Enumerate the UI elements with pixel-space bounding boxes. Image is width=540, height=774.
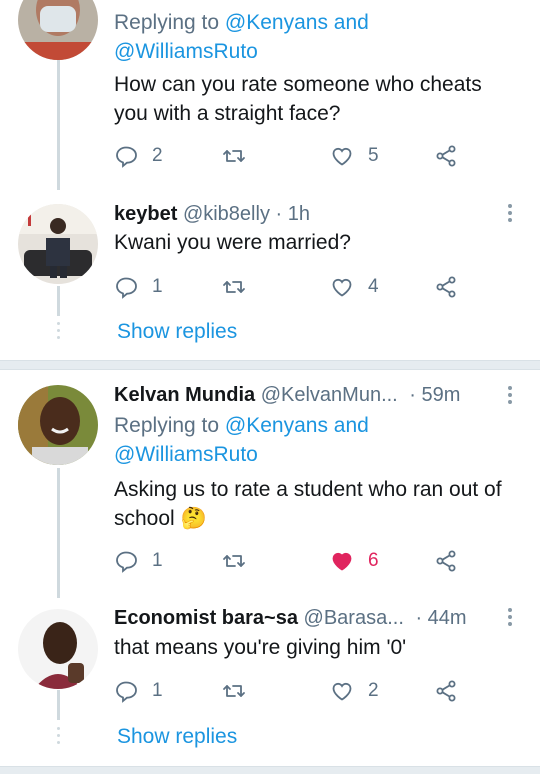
reply-count: 1 bbox=[152, 550, 163, 571]
reply-to-label-line2: @WilliamsRuto bbox=[114, 440, 258, 469]
reply-prefix: Replying to bbox=[114, 11, 220, 34]
show-replies-link[interactable]: Show replies bbox=[117, 320, 237, 344]
like-count: 2 bbox=[368, 680, 379, 701]
tweet-time[interactable]: · 59m bbox=[409, 384, 460, 406]
tweet-time[interactable]: · 1h bbox=[276, 203, 310, 225]
like-button[interactable]: 6 bbox=[330, 546, 379, 576]
user-name[interactable]: Kelvan Mundia bbox=[114, 384, 255, 406]
retweet-icon bbox=[223, 685, 245, 697]
avatar[interactable] bbox=[18, 609, 98, 689]
like-count: 6 bbox=[368, 550, 379, 571]
thread-dots bbox=[56, 322, 61, 339]
reply-button[interactable]: 1 bbox=[114, 546, 163, 576]
tweet-actions: 1 4 bbox=[114, 272, 474, 302]
share-button[interactable] bbox=[434, 272, 458, 302]
avatar[interactable] bbox=[18, 385, 98, 465]
like-icon bbox=[332, 552, 352, 571]
more-options-icon[interactable] bbox=[508, 204, 512, 222]
thread-line bbox=[57, 468, 60, 598]
like-count: 5 bbox=[368, 145, 379, 166]
thread-line bbox=[57, 60, 60, 190]
share-icon bbox=[436, 276, 456, 298]
user-name[interactable]: keybet bbox=[114, 203, 177, 225]
mention-link[interactable]: @Kenyans and bbox=[225, 414, 369, 437]
reply-prefix: Replying to bbox=[114, 414, 220, 437]
tweet-text: How can you rate someone who cheats you … bbox=[114, 73, 482, 125]
reply-count: 2 bbox=[152, 145, 163, 166]
mention-link[interactable]: @WilliamsRuto bbox=[114, 40, 258, 63]
retweet-icon bbox=[223, 555, 245, 567]
like-icon bbox=[332, 682, 352, 701]
reply-count: 1 bbox=[152, 276, 163, 297]
thread-divider bbox=[0, 360, 540, 370]
tweet-meta: keybet @kib8elly · 1h bbox=[114, 201, 310, 227]
user-handle[interactable]: @Barasa... bbox=[304, 607, 404, 629]
tweet-text: Kwani you were married? bbox=[114, 231, 351, 254]
retweet-button[interactable] bbox=[222, 676, 246, 706]
reply-icon bbox=[116, 551, 137, 573]
tweet-actions: 1 2 bbox=[114, 676, 474, 706]
tweet-meta: Economist bara~sa @Barasa... · 44m bbox=[114, 605, 467, 631]
reply-icon bbox=[116, 277, 137, 299]
reply-button[interactable]: 1 bbox=[114, 272, 163, 302]
retweet-icon bbox=[223, 150, 245, 162]
like-count: 4 bbox=[368, 276, 379, 297]
thread-line bbox=[57, 286, 60, 316]
mention-link[interactable]: @Kenyans and bbox=[225, 11, 369, 34]
retweet-icon bbox=[223, 281, 245, 293]
tweet-text-body: Asking us to rate a student who ran out … bbox=[114, 478, 502, 530]
share-icon bbox=[436, 680, 456, 702]
show-replies-link[interactable]: Show replies bbox=[117, 725, 237, 749]
retweet-button[interactable] bbox=[222, 272, 246, 302]
share-button[interactable] bbox=[434, 676, 458, 706]
thread-dots bbox=[56, 727, 61, 744]
reply-count: 1 bbox=[152, 680, 163, 701]
more-options-icon[interactable] bbox=[508, 386, 512, 404]
tweet-time[interactable]: · 44m bbox=[415, 607, 466, 629]
user-name[interactable]: Economist bara~sa bbox=[114, 607, 298, 629]
share-icon bbox=[436, 550, 456, 572]
reply-button[interactable]: 2 bbox=[114, 141, 163, 171]
share-icon bbox=[436, 145, 456, 167]
thread-divider bbox=[0, 766, 540, 774]
reply-icon bbox=[116, 146, 137, 168]
avatar[interactable] bbox=[18, 0, 98, 60]
reply-to-label-line2: @WilliamsRuto bbox=[114, 37, 258, 66]
user-handle[interactable]: @kib8elly bbox=[183, 203, 270, 225]
reply-to-label: Replying to @Kenyans and bbox=[114, 8, 369, 37]
thinking-face-emoji: 🤔 bbox=[180, 507, 207, 530]
like-icon bbox=[332, 147, 352, 166]
like-icon bbox=[332, 278, 352, 297]
share-button[interactable] bbox=[434, 546, 458, 576]
reply-icon bbox=[116, 681, 137, 703]
reply-button[interactable]: 1 bbox=[114, 676, 163, 706]
like-button[interactable]: 2 bbox=[330, 676, 379, 706]
tweet-actions: 2 5 bbox=[114, 141, 474, 171]
avatar[interactable] bbox=[18, 204, 98, 284]
like-button[interactable]: 4 bbox=[330, 272, 379, 302]
more-options-icon[interactable] bbox=[508, 608, 512, 626]
retweet-button[interactable] bbox=[222, 546, 246, 576]
tweet-meta: Kelvan Mundia @KelvanMun... · 59m bbox=[114, 382, 460, 408]
tweet-actions: 1 6 bbox=[114, 546, 474, 576]
tweet-text: Asking us to rate a student who ran out … bbox=[114, 475, 514, 533]
thread-line bbox=[57, 690, 60, 720]
reply-to-label: Replying to @Kenyans and bbox=[114, 411, 369, 440]
like-button[interactable]: 5 bbox=[330, 141, 379, 171]
retweet-button[interactable] bbox=[222, 141, 246, 171]
tweet-text: that means you're giving him '0' bbox=[114, 636, 407, 659]
share-button[interactable] bbox=[434, 141, 458, 171]
user-handle[interactable]: @KelvanMun... bbox=[261, 384, 398, 406]
mention-link[interactable]: @WilliamsRuto bbox=[114, 443, 258, 466]
